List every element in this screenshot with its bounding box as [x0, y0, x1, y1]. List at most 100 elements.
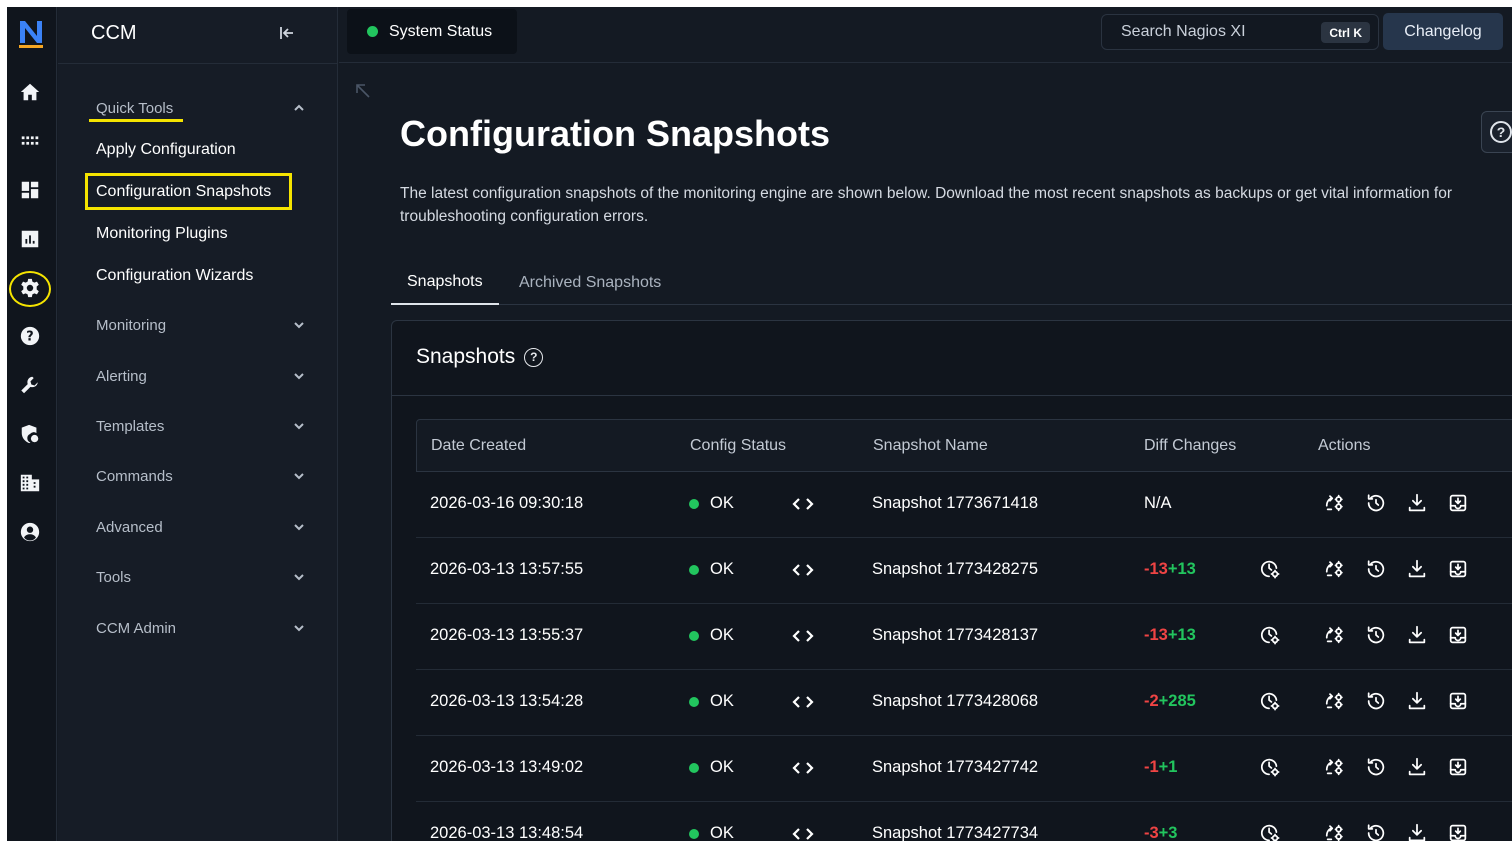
archive-snapshot-button[interactable] [1447, 756, 1471, 780]
changelog-button[interactable]: Changelog [1383, 13, 1503, 50]
code-brackets-icon [792, 630, 814, 642]
config-status-label: OK [710, 692, 734, 710]
wrench-icon[interactable] [17, 372, 43, 398]
system-status-button[interactable]: System Status [347, 9, 517, 54]
icon-rail: ? [7, 7, 57, 841]
tab-archived-snapshots[interactable]: Archived Snapshots [519, 261, 661, 305]
question-circle-icon[interactable]: ? [524, 347, 544, 367]
archive-snapshot-button[interactable] [1447, 492, 1471, 516]
compare-snapshot-button[interactable] [1324, 492, 1348, 516]
table-row: 2026-03-13 13:54:28 OK Snapshot 1773428068… [416, 670, 1512, 736]
config-status-cell: OK [689, 494, 734, 513]
download-snapshot-button[interactable] [1406, 624, 1430, 648]
compare-snapshot-button[interactable] [1324, 822, 1348, 841]
snapshot-name-cell: Snapshot 1773427742 [872, 758, 1039, 776]
view-diff-button[interactable] [1259, 822, 1283, 841]
sidebar-group-commands[interactable]: Commands [96, 464, 306, 488]
download-snapshot-button[interactable] [1406, 492, 1430, 516]
date-created-cell: 2026-03-13 13:57:55 [430, 560, 584, 578]
security-icon[interactable] [17, 421, 43, 447]
column-header-diff-changes[interactable]: Diff Changes [1144, 437, 1236, 455]
column-header-config-status[interactable]: Config Status [690, 437, 786, 455]
tab-snapshots[interactable]: Snapshots [391, 261, 499, 305]
apps-grid-icon[interactable] [17, 128, 43, 154]
config-status-label: OK [710, 494, 734, 512]
diff-removed-count: -13 [1144, 560, 1168, 578]
sidebar-group-quick-tools[interactable]: Quick Tools [96, 96, 306, 120]
page-help-button[interactable]: ? [1481, 111, 1512, 153]
column-header-snapshot-name[interactable]: Snapshot Name [873, 437, 988, 455]
download-snapshot-button[interactable] [1406, 558, 1430, 582]
status-ok-dot-icon [689, 762, 699, 773]
sidebar-group-alerting[interactable]: Alerting [96, 364, 306, 388]
config-status-cell: OK [689, 824, 734, 841]
view-config-code-button[interactable] [792, 494, 814, 514]
view-diff-button[interactable] [1259, 558, 1283, 582]
compare-snapshot-button[interactable] [1324, 624, 1348, 648]
view-config-code-button[interactable] [792, 758, 814, 778]
diff-added-count: +1 [1158, 758, 1178, 776]
building-icon[interactable] [17, 470, 43, 496]
column-header-date-created[interactable]: Date Created [431, 437, 526, 455]
view-diff-button[interactable] [1259, 690, 1283, 714]
sidebar-group-templates[interactable]: Templates [96, 414, 306, 438]
view-diff-button[interactable] [1259, 624, 1283, 648]
status-ok-dot-icon [689, 564, 699, 575]
status-ok-dot-icon [689, 696, 699, 707]
compare-snapshot-button[interactable] [1324, 558, 1348, 582]
diff-added-count: +285 [1158, 692, 1196, 710]
page-title: Configuration Snapshots [400, 113, 830, 154]
restore-snapshot-button[interactable] [1365, 492, 1389, 516]
chevron-down-icon [294, 423, 304, 430]
sidebar-item-monitoring-plugins[interactable]: Monitoring Plugins [96, 225, 228, 243]
download-snapshot-button[interactable] [1406, 756, 1430, 780]
download-snapshot-button[interactable] [1406, 822, 1430, 841]
restore-snapshot-button[interactable] [1365, 756, 1389, 780]
download-icon [1408, 691, 1426, 710]
config-status-cell: OK [689, 758, 734, 777]
dashboard-icon[interactable] [17, 177, 43, 203]
search-input[interactable]: Search Nagios XI Ctrl K [1101, 14, 1379, 50]
home-icon[interactable] [17, 79, 43, 105]
table-row: 2026-03-13 13:55:37 OK Snapshot 1773428137… [416, 604, 1512, 670]
account-icon[interactable] [17, 519, 43, 545]
app-window: ? CCM Quick Tools Apply Configuration Co… [7, 7, 1512, 841]
view-config-code-button[interactable] [792, 560, 814, 580]
restore-snapshot-button[interactable] [1365, 822, 1389, 841]
view-config-code-button[interactable] [792, 824, 814, 841]
sidebar-item-apply-configuration[interactable]: Apply Configuration [96, 141, 236, 159]
compare-snapshot-button[interactable] [1324, 690, 1348, 714]
restore-snapshot-button[interactable] [1365, 690, 1389, 714]
archive-icon [1449, 824, 1467, 841]
help-icon[interactable]: ? [17, 323, 43, 349]
reports-icon[interactable] [17, 226, 43, 252]
view-config-code-button[interactable] [792, 692, 814, 712]
code-brackets-icon [792, 762, 814, 774]
status-ok-dot-icon [689, 630, 699, 641]
sidebar-item-configuration-wizards[interactable]: Configuration Wizards [96, 267, 253, 285]
sidebar-group-ccm-admin[interactable]: CCM Admin [96, 616, 306, 640]
diff-removed-count: -2 [1144, 692, 1159, 710]
archive-snapshot-button[interactable] [1447, 822, 1471, 841]
sidebar-group-tools[interactable]: Tools [96, 565, 306, 589]
sidebar-group-monitoring[interactable]: Monitoring [96, 313, 306, 337]
chevron-down-icon [294, 473, 304, 480]
nagios-logo[interactable] [18, 19, 44, 49]
archive-snapshot-button[interactable] [1447, 558, 1471, 582]
status-dot-icon [367, 26, 378, 37]
restore-snapshot-button[interactable] [1365, 624, 1389, 648]
archive-snapshot-button[interactable] [1447, 624, 1471, 648]
collapse-sidebar-button[interactable] [277, 23, 299, 43]
restore-snapshot-button[interactable] [1365, 558, 1389, 582]
date-created-cell: 2026-03-13 13:48:54 [430, 824, 584, 841]
sidebar-group-advanced[interactable]: Advanced [96, 515, 306, 539]
archive-snapshot-button[interactable] [1447, 690, 1471, 714]
status-ok-dot-icon [689, 498, 699, 509]
download-snapshot-button[interactable] [1406, 690, 1430, 714]
card-divider [392, 395, 1512, 396]
view-diff-button[interactable] [1259, 756, 1283, 780]
arrow-up-left-icon[interactable] [353, 81, 373, 101]
compare-snapshot-button[interactable] [1324, 756, 1348, 780]
view-config-code-button[interactable] [792, 626, 814, 646]
chevron-down-icon [294, 574, 304, 581]
